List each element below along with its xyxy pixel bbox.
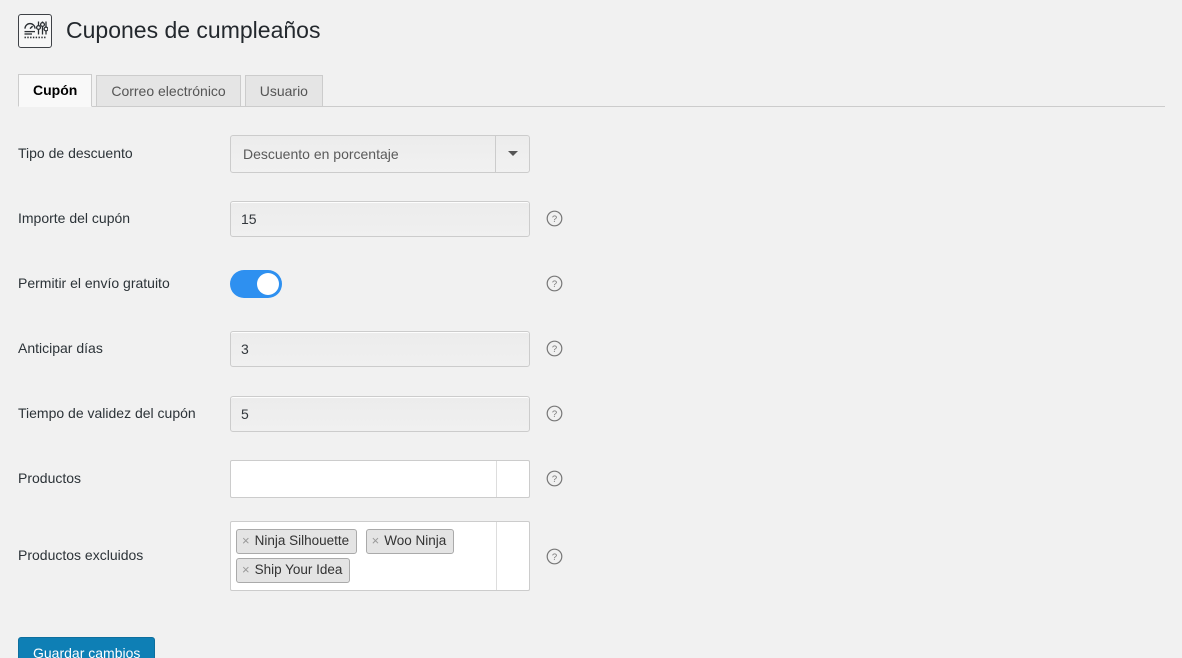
multiselect-divider [496, 521, 497, 591]
form-row-advance-days: Anticipar días ? [18, 316, 1182, 381]
svg-text:?: ? [552, 344, 557, 355]
field-advance-days [230, 330, 530, 367]
close-icon[interactable]: × [242, 532, 250, 550]
label-products: Productos [18, 469, 82, 486]
label-excluded-products: Productos excluidos [18, 547, 144, 564]
dashboard-sliders-icon [18, 14, 52, 48]
list-item[interactable]: × Ship Your Idea [236, 558, 351, 584]
discount-type-select[interactable]: Descuento en porcentaje [230, 134, 530, 173]
tab-usuario[interactable]: Usuario [244, 75, 323, 107]
help-circle-icon[interactable]: ? [546, 470, 563, 487]
tab-strip: Cupón Correo electrónico Usuario [18, 74, 1165, 107]
help-circle-icon[interactable]: ? [546, 210, 563, 227]
page-header: Cupones de cumpleaños [0, 0, 1182, 52]
submit-area: Guardar cambios [0, 601, 1182, 658]
form-row-coupon-validity: Tiempo de validez del cupón ? [18, 381, 1182, 446]
tab-correo-electronico[interactable]: Correo electrónico [96, 75, 241, 107]
advance-days-input[interactable] [230, 330, 530, 367]
help-circle-icon[interactable]: ? [546, 340, 563, 357]
field-free-shipping [230, 269, 530, 298]
form-row-products: Productos ? [18, 446, 1182, 511]
label-advance-days: Anticipar días [18, 339, 103, 356]
free-shipping-toggle[interactable] [230, 269, 282, 298]
svg-text:?: ? [552, 409, 557, 420]
svg-text:?: ? [552, 214, 557, 225]
field-coupon-validity [230, 395, 530, 432]
list-item[interactable]: × Ninja Silhouette [236, 528, 358, 554]
chevron-down-icon [507, 151, 518, 156]
label-coupon-validity: Tiempo de validez del cupón [18, 404, 196, 421]
field-products [230, 459, 530, 498]
excluded-products-multiselect[interactable]: × Ninja Silhouette × Woo Ninja × Ship Yo… [230, 520, 530, 592]
tab-cupon[interactable]: Cupón [18, 74, 93, 107]
chip-label: Ninja Silhouette [254, 532, 350, 548]
svg-text:?: ? [552, 279, 557, 290]
close-icon[interactable]: × [242, 561, 250, 579]
products-multiselect[interactable] [230, 459, 530, 498]
coupon-validity-input[interactable] [230, 395, 530, 432]
label-coupon-amount: Importe del cupón [18, 209, 131, 226]
save-button[interactable]: Guardar cambios [18, 637, 156, 658]
close-icon[interactable]: × [372, 532, 380, 550]
chip-label: Ship Your Idea [254, 562, 343, 577]
coupon-settings-form: Tipo de descuento Descuento en porcentaj… [0, 121, 1182, 601]
help-circle-icon[interactable]: ? [546, 405, 563, 422]
multiselect-divider [496, 460, 497, 497]
page-title: Cupones de cumpleaños [66, 17, 321, 44]
svg-text:?: ? [552, 552, 557, 563]
label-discount-type: Tipo de descuento [18, 144, 133, 161]
discount-type-dropdown-button[interactable] [495, 135, 529, 172]
toggle-knob [257, 272, 279, 295]
coupon-amount-input[interactable] [230, 200, 530, 237]
form-row-coupon-amount: Importe del cupón ? [18, 186, 1182, 251]
chip-label: Woo Ninja [384, 532, 447, 548]
discount-type-selected-value: Descuento en porcentaje [243, 145, 399, 162]
label-free-shipping: Permitir el envío gratuito [18, 274, 170, 291]
help-circle-icon[interactable]: ? [546, 548, 563, 565]
list-item[interactable]: × Woo Ninja [365, 528, 455, 554]
form-row-discount-type: Tipo de descuento Descuento en porcentaj… [18, 121, 1182, 186]
field-coupon-amount [230, 200, 530, 237]
field-excluded-products: × Ninja Silhouette × Woo Ninja × Ship Yo… [230, 520, 530, 592]
svg-text:?: ? [552, 474, 557, 485]
help-circle-icon[interactable]: ? [546, 275, 563, 292]
form-row-free-shipping: Permitir el envío gratuito ? [18, 251, 1182, 316]
field-discount-type: Descuento en porcentaje [230, 134, 530, 173]
form-row-excluded-products: Productos excluidos × Ninja Silhouette ×… [18, 511, 1182, 601]
